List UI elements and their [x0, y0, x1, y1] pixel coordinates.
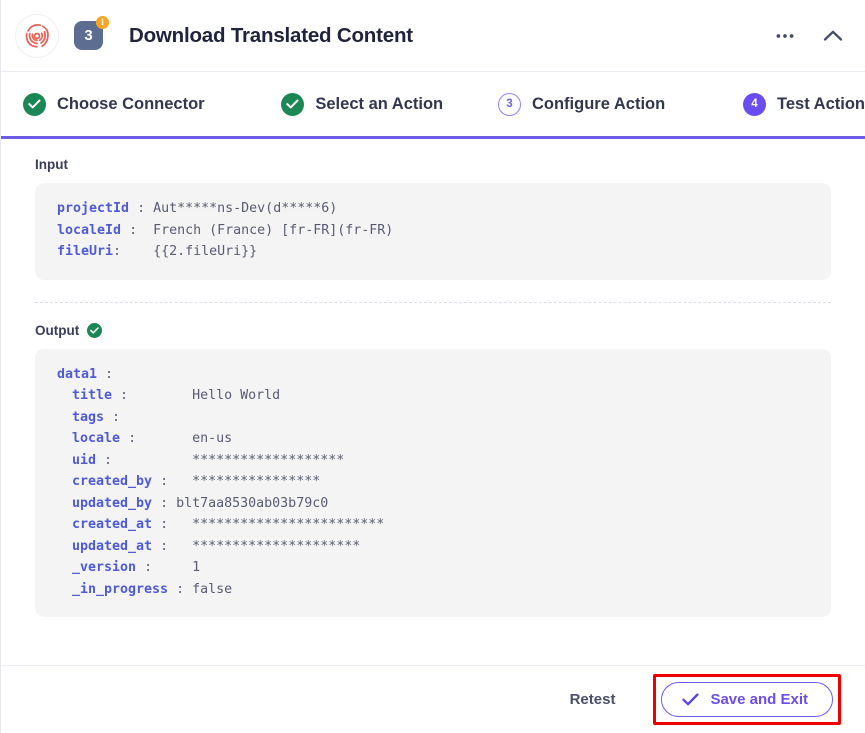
- code-colon: :: [160, 495, 169, 511]
- code-row: _in_progress : false: [57, 579, 813, 601]
- step-progress-bar: Choose Connector Select an Action 3 Conf…: [1, 72, 865, 139]
- code-colon: :: [129, 222, 138, 238]
- retest-button[interactable]: Retest: [570, 691, 616, 708]
- section-divider: [35, 301, 831, 303]
- code-row: fileUri: {{2.fileUri}}: [57, 241, 813, 263]
- code-value: en-us: [192, 431, 233, 446]
- code-value: false: [192, 581, 233, 597]
- step-label: Select an Action: [315, 94, 444, 113]
- code-key: tags: [72, 409, 105, 425]
- code-row: created_at : ************************: [57, 514, 813, 536]
- code-row: uid : *******************: [57, 450, 813, 472]
- code-row: created_by : ****************: [57, 471, 813, 493]
- code-row: projectId : Aut*****ns-Dev(d*****6): [57, 198, 813, 220]
- code-key: projectId: [57, 201, 130, 216]
- code-key: _in_progress: [72, 581, 169, 597]
- chevron-up-icon[interactable]: [819, 22, 847, 50]
- code-key: updated_at: [72, 538, 153, 554]
- code-colon: :: [160, 474, 169, 489]
- step-label: Test Action: [776, 94, 865, 113]
- check-circle-icon: [23, 92, 46, 116]
- panel-header: 3 i Download Translated Content: [1, 0, 865, 72]
- page-title: Download Translated Content: [129, 23, 413, 47]
- code-key: uid: [72, 452, 97, 468]
- code-key: created_at: [72, 517, 153, 532]
- code-colon: :: [160, 538, 169, 554]
- code-row: localeId : French (France) [fr-FR](fr-FR…: [57, 220, 813, 242]
- code-value: Hello World: [192, 388, 281, 403]
- step-label: Configure Action: [531, 94, 666, 113]
- code-value: Aut*****ns-Dev(d*****6): [153, 201, 338, 216]
- code-colon: :: [144, 560, 153, 575]
- code-key: created_by: [72, 474, 153, 489]
- code-key: updated_by: [72, 495, 153, 511]
- code-row: locale : en-us: [57, 428, 813, 450]
- code-colon: :: [112, 409, 121, 425]
- code-value: 1: [192, 560, 201, 575]
- panel-body: Input projectId : Aut*****ns-Dev(d*****6…: [1, 139, 865, 617]
- step-marker: 4: [742, 92, 766, 116]
- code-row: title : Hello World: [57, 385, 813, 407]
- code-value: blt7aa8530ab03b79c0: [176, 495, 329, 511]
- code-colon: :: [137, 201, 146, 216]
- action-panel: 3 i Download Translated Content Choose C…: [0, 0, 865, 733]
- output-code-block: data1 : title : Hello World tags : local…: [35, 348, 831, 617]
- code-key: _version: [72, 560, 137, 575]
- input-label-text: Input: [35, 157, 68, 172]
- code-colon: :: [104, 452, 113, 468]
- fingerprint-logo-icon: [15, 13, 59, 58]
- code-value: ****************: [192, 474, 321, 489]
- code-value: *********************: [192, 538, 361, 554]
- code-value: {{2.fileUri}}: [153, 244, 258, 259]
- ellipsis-icon[interactable]: [771, 22, 799, 50]
- save-and-exit-label: Save and Exit: [710, 691, 808, 708]
- output-section-label: Output: [35, 322, 831, 338]
- step-marker: 3: [497, 92, 521, 116]
- code-value: ************************: [192, 517, 385, 532]
- code-key: locale: [72, 431, 121, 446]
- code-row: updated_at : *********************: [57, 536, 813, 558]
- panel-footer: Retest Save and Exit: [1, 666, 865, 733]
- active-step-underline: [1, 136, 865, 139]
- step-select-an-action[interactable]: Select an Action: [281, 92, 444, 116]
- code-row: updated_by : blt7aa8530ab03b79c0: [57, 493, 813, 515]
- step-choose-connector[interactable]: Choose Connector: [23, 92, 205, 116]
- save-and-exit-button[interactable]: Save and Exit: [661, 682, 833, 717]
- step-label: Choose Connector: [57, 94, 205, 113]
- code-colon: :: [105, 366, 114, 382]
- code-colon: :: [113, 244, 122, 259]
- output-label-text: Output: [35, 322, 80, 338]
- step-configure-action[interactable]: 3 Configure Action: [497, 92, 666, 116]
- code-row: _version : 1: [57, 557, 813, 579]
- check-circle-icon: [87, 322, 103, 338]
- code-colon: :: [160, 517, 169, 532]
- code-colon: :: [120, 388, 129, 403]
- code-row: data1 :: [57, 364, 813, 386]
- check-circle-icon: [281, 92, 305, 116]
- code-value: French (France) [fr-FR](fr-FR): [153, 222, 394, 238]
- input-code-block: projectId : Aut*****ns-Dev(d*****6) loca…: [35, 183, 831, 280]
- code-row: tags :: [57, 407, 813, 429]
- input-section-label: Input: [35, 157, 831, 172]
- code-key: fileUri: [57, 244, 114, 259]
- code-key: title: [72, 388, 113, 403]
- step-test-action[interactable]: 4 Test Action: [742, 92, 865, 116]
- code-value: *******************: [192, 452, 345, 468]
- code-key: localeId: [57, 222, 122, 238]
- info-icon: i: [96, 16, 109, 29]
- save-and-exit-highlight: Save and Exit: [653, 674, 841, 725]
- code-colon: :: [176, 581, 185, 597]
- code-colon: :: [128, 431, 137, 446]
- code-key: data1: [57, 366, 98, 382]
- check-icon: [682, 693, 700, 706]
- step-number-badge: 3 i: [74, 16, 109, 50]
